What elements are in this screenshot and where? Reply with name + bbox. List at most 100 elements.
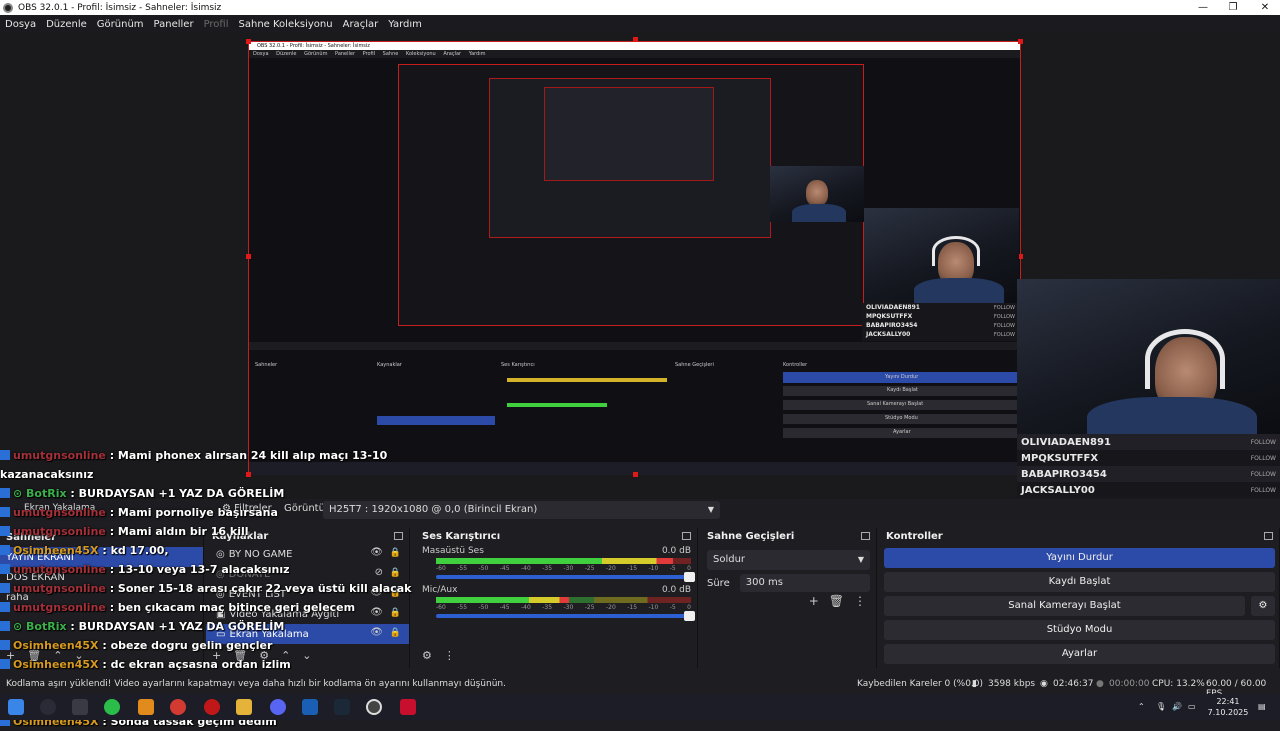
chat-message: Osimheen45X : kd 17.00, (0, 541, 480, 560)
transitions-title: Sahne Geçişleri (707, 530, 795, 542)
minimize-button[interactable]: — (1188, 0, 1218, 15)
menu-docks[interactable]: Paneller (149, 19, 199, 30)
platform-icon (0, 659, 10, 669)
verified-icon: ⊙ (13, 620, 27, 633)
studio-mode-button[interactable]: Stüdyo Modu (884, 620, 1275, 640)
follow-row: BABAPIRO3454 FOLLOW (1017, 466, 1280, 482)
resize-handle[interactable] (246, 254, 251, 259)
network-icon: ▮ (972, 679, 977, 689)
follow-list-nested: OLIVIADAEN891 FOLLOW MPQKSUTFFX FOLLOW BAB… (862, 303, 1019, 341)
app-icon[interactable] (138, 699, 154, 715)
resize-handle[interactable] (633, 37, 638, 42)
nested-scenes-label: Sahneler (255, 362, 278, 368)
popout-icon[interactable] (1264, 532, 1273, 540)
start-recording-button[interactable]: Kaydı Başlat (884, 572, 1275, 592)
menu-scene-collection[interactable]: Sahne Koleksiyonu (234, 19, 338, 30)
title-bar: OBS 32.0.1 - Profil: İsimsiz - Sahneler:… (0, 0, 1280, 15)
network-icon[interactable]: ▭ (1188, 701, 1196, 712)
obs-logo-icon (3, 2, 13, 13)
chat-message: ⊙ BotRix : BURDAYSAN +1 YAZ DA GÖRELİM (0, 484, 480, 503)
chat-text: dc ekran açsasna ordan izlim (110, 658, 291, 671)
discord-icon[interactable] (270, 699, 286, 715)
transition-select[interactable]: Soldur ▼ (707, 550, 870, 570)
menu-tools[interactable]: Araçlar (338, 19, 384, 30)
volume-knob[interactable] (684, 572, 695, 582)
chat-message: umutgnsonline : Mami pornoliye başırsana (0, 503, 480, 522)
resize-handle[interactable] (633, 472, 638, 477)
window-title: OBS 32.0.1 - Profil: İsimsiz - Sahneler:… (18, 2, 222, 13)
chat-username: BotRix (26, 620, 67, 633)
notification-icon[interactable]: ▤ (1258, 701, 1266, 712)
bitrate: 3598 kbps (988, 679, 1036, 689)
clock[interactable]: 22:41 7.10.2025 (1206, 696, 1250, 718)
maximize-button[interactable]: ❐ (1218, 0, 1248, 15)
chevron-down-icon: ▼ (707, 505, 714, 514)
popout-icon[interactable] (861, 532, 870, 540)
status-bar: Kodlama aşırı yüklendi! Video ayarlarını… (0, 676, 1280, 699)
chat-message: umutgnsonline : 13-10 veya 13-7 alacaksı… (0, 560, 480, 579)
search-icon[interactable] (40, 699, 56, 715)
menu-view[interactable]: Görünüm (92, 19, 149, 30)
chat-text: BURDAYSAN +1 YAZ DA GÖRELİM (78, 487, 285, 500)
webcam-feed (1017, 279, 1280, 434)
settings-button[interactable]: Ayarlar (884, 644, 1275, 664)
chat-message: umutgnsonline : ben çıkacam maç bitince … (0, 598, 480, 617)
nested-trans-label: Sahne Geçişleri (675, 362, 714, 368)
opera-icon[interactable] (204, 699, 220, 715)
chat-message: Osimheen45X : obeze dogru gelin gençler (0, 636, 480, 655)
menu-file[interactable]: Dosya (0, 19, 41, 30)
menu-help[interactable]: Yardım (383, 19, 427, 30)
transition-menu-button[interactable]: ⋮ (854, 594, 866, 608)
menu-edit[interactable]: Düzenle (41, 19, 92, 30)
gear-icon[interactable]: ⚙ (1251, 596, 1275, 616)
chat-text: Soner 15-18 arası çakır 22 veya üstü kil… (117, 582, 412, 595)
platform-icon (0, 602, 10, 612)
chat-username: umutgnsonline (13, 506, 106, 519)
controls-dock: Kontroller Yayını Durdur Kaydı Başlat Sa… (880, 528, 1280, 668)
nested-controls-label: Kontroller (783, 362, 808, 368)
volume-icon[interactable]: 🔊 (1172, 701, 1182, 712)
task-view-icon[interactable] (72, 699, 88, 715)
resize-handle[interactable] (1018, 39, 1023, 44)
resize-handle[interactable] (246, 39, 251, 44)
steam-icon[interactable] (334, 699, 350, 715)
platform-icon (0, 583, 10, 593)
tray-chevron-icon[interactable]: ⌃ (1138, 701, 1145, 712)
browser-icon[interactable] (170, 699, 186, 715)
platform-icon (0, 621, 10, 631)
stop-stream-button[interactable]: Yayını Durdur (884, 548, 1275, 568)
chat-username: umutgnsonline (13, 525, 106, 538)
chat-username: BotRix (26, 487, 67, 500)
nested-menu: Dosya Düzenle Görünüm Paneller Profil Sa… (249, 50, 1020, 58)
chat-username: Osimheen45X (13, 658, 99, 671)
mic-icon[interactable]: 🎙 (1156, 701, 1166, 712)
follow-row: BABAPIRO3454 FOLLOW (866, 322, 1015, 329)
obs-icon[interactable] (366, 699, 382, 715)
controls-title: Kontroller (886, 530, 943, 542)
nested-vcam: Sanal Kamerayı Başlat (867, 401, 924, 407)
channel-db: 0.0 dB (661, 546, 691, 556)
nested-start-rec: Kaydı Başlat (887, 387, 918, 393)
app-icon[interactable] (302, 699, 318, 715)
remove-transition-button[interactable]: 🗑 (829, 594, 844, 608)
chat-text: obeze dogru gelin gençler (110, 639, 273, 652)
duration-input[interactable]: 300 ms (739, 574, 870, 592)
whatsapp-icon[interactable] (104, 699, 120, 715)
nested-mixer-label: Ses Karıştırıcı (501, 362, 535, 368)
platform-icon (0, 640, 10, 650)
dropped-frames: Kaybedilen Kareler 0 (%0.0) (857, 679, 984, 689)
chat-message: umutgnsonline : Soner 15-18 arası çakır … (0, 579, 480, 598)
chat-username: Osimheen45X (13, 544, 99, 557)
windows-start-icon[interactable] (8, 699, 24, 715)
popout-icon[interactable] (682, 532, 691, 540)
close-button[interactable]: ✕ (1250, 0, 1280, 15)
menu-profile[interactable]: Profil (199, 19, 234, 30)
file-explorer-icon[interactable] (236, 699, 252, 715)
follow-row: JACKSALLY00 FOLLOW (866, 331, 1015, 338)
volume-knob[interactable] (684, 611, 695, 621)
chat-username: Osimheen45X (13, 639, 99, 652)
add-transition-button[interactable]: + (809, 594, 819, 608)
start-virtual-camera-button[interactable]: Sanal Kamerayı Başlat (884, 596, 1245, 616)
app-icon[interactable] (400, 699, 416, 715)
webcam-feed-nested-2 (770, 166, 864, 222)
